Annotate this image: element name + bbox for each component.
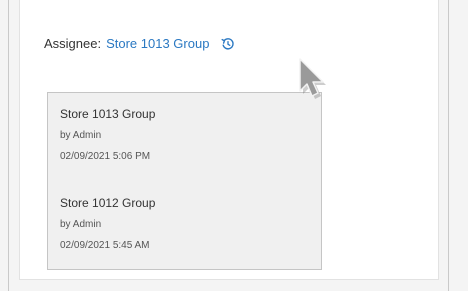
outer-divider-right [448, 0, 449, 291]
history-entry-author: by Admin [60, 130, 102, 141]
mouse-pointer-icon [294, 55, 332, 103]
assignee-link[interactable]: Store 1013 Group [106, 36, 209, 52]
assignee-row: Assignee: Store 1013 Group [44, 36, 235, 52]
assignee-history-panel: Store 1013 Group by Admin 02/09/2021 5:0… [47, 92, 322, 270]
history-clock-icon[interactable] [221, 37, 235, 51]
history-entry-date: 02/09/2021 5:06 PM [60, 151, 151, 162]
history-entry-author: by Admin [60, 219, 102, 230]
history-entry-date: 02/09/2021 5:45 AM [60, 240, 150, 251]
outer-divider-left [8, 0, 9, 291]
history-entry-group: Store 1013 Group [60, 107, 156, 121]
history-entry: Store 1012 Group by Admin 02/09/2021 5:4… [60, 196, 155, 252]
history-entry-group: Store 1012 Group [60, 196, 156, 210]
assignee-label: Assignee: [44, 36, 102, 51]
history-entry: Store 1013 Group by Admin 02/09/2021 5:0… [60, 107, 155, 163]
